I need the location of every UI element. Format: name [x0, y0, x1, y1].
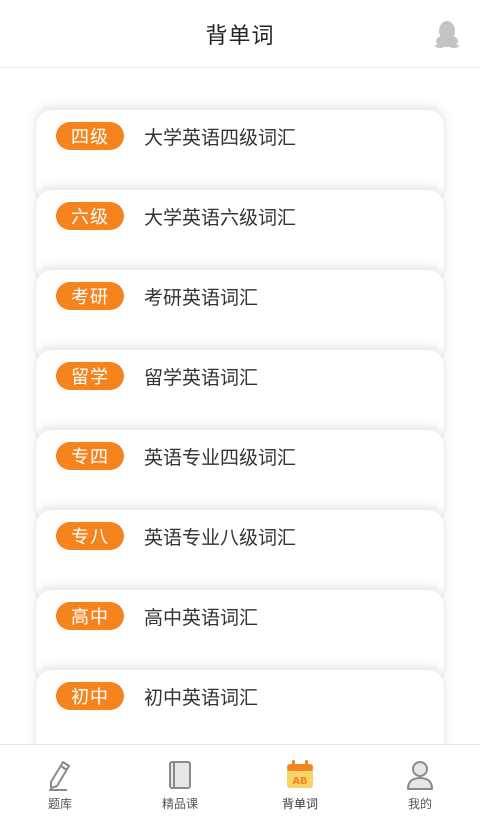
vocab-label: 英语专业八级词汇: [144, 526, 297, 549]
tab-question-bank[interactable]: 题库: [0, 745, 120, 820]
tab-label: 背单词: [281, 797, 318, 811]
person-icon: [407, 761, 433, 790]
vocab-card-tem4[interactable]: 专四 英语专业四级词汇: [36, 430, 444, 522]
vocab-label: 留学英语词汇: [144, 366, 259, 389]
vocab-card-cet6[interactable]: 六级 大学英语六级词汇: [36, 190, 444, 282]
vocab-badge: 专四: [56, 442, 124, 470]
vocab-card-tem8[interactable]: 专八 英语专业八级词汇: [36, 510, 444, 602]
vocab-card-high-school[interactable]: 高中 高中英语词汇: [36, 590, 444, 682]
vocab-card-study-abroad[interactable]: 留学 留学英语词汇: [36, 350, 444, 442]
vocab-card-kaoyan[interactable]: 考研 考研英语词汇: [36, 270, 444, 362]
svg-text:AB: AB: [292, 776, 307, 787]
vocab-list: 四级 大学英语四级词汇 六级 大学英语六级词汇 考研 考研英语词汇 留学 留学英…: [0, 68, 480, 744]
book-icon: [169, 761, 191, 789]
bottom-tab-bar: 题库 精品课 AB 背单词 我的: [0, 744, 480, 820]
tab-profile[interactable]: 我的: [360, 745, 480, 820]
page-title: 背单词: [205, 23, 275, 49]
header-bar: 背单词: [0, 0, 480, 68]
vocab-badge: 考研: [56, 282, 124, 310]
tab-vocabulary[interactable]: AB 背单词: [240, 745, 360, 820]
vocab-label: 大学英语六级词汇: [144, 206, 297, 229]
tab-label: 我的: [407, 797, 432, 811]
vocab-card-middle-school[interactable]: 初中 初中英语词汇: [36, 670, 444, 744]
vocab-badge: 高中: [56, 602, 124, 630]
vocab-badge: 留学: [56, 362, 124, 390]
vocab-label: 初中英语词汇: [144, 686, 259, 709]
vocab-label: 高中英语词汇: [144, 606, 259, 629]
vocab-badge: 专八: [56, 522, 124, 550]
tab-premium-course[interactable]: 精品课: [120, 745, 240, 820]
vocab-badge: 四级: [56, 122, 124, 150]
vocab-label: 大学英语四级词汇: [144, 126, 297, 149]
pencil-icon: [49, 761, 70, 791]
tab-label: 题库: [47, 797, 72, 811]
vocab-label: 英语专业四级词汇: [144, 446, 297, 469]
qq-penguin-icon[interactable]: [434, 20, 460, 48]
vocab-card-cet4[interactable]: 四级 大学英语四级词汇: [36, 110, 444, 202]
vocab-label: 考研英语词汇: [144, 286, 259, 309]
app-root: 背单词 四级 大学英语四级词汇 六级 大学英语六级词汇 考研 考研英语词汇 留学…: [0, 0, 480, 820]
vocab-badge: 初中: [56, 682, 124, 710]
tab-label: 精品课: [161, 797, 198, 811]
vocab-badge: 六级: [56, 202, 124, 230]
calendar-ab-icon: AB: [287, 760, 313, 788]
